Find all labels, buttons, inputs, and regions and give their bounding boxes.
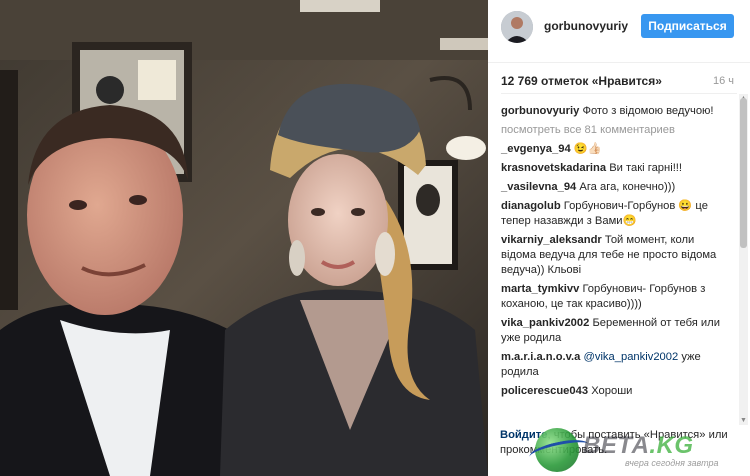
comment-user-link[interactable]: vikarniy_aleksandr [501,234,602,246]
list-item: krasnovetskadarina Ви такі гарні!!! [501,161,729,176]
comment-user-link[interactable]: policerescue043 [501,385,588,397]
comment-user-link[interactable]: vika_pankiv2002 [501,317,589,329]
avatar[interactable] [501,11,533,43]
post-time[interactable]: 16 ч [713,75,734,87]
comment-text: Ви такі гарні!!! [609,162,683,174]
watermark-brand: ВЕТА.KG [583,432,694,459]
post-header: gorbunovyuriy Подписаться [488,0,750,63]
username-link[interactable]: gorbunovyuriy [544,19,628,33]
comment-text: 😉👍🏻 [573,143,602,155]
list-item: policerescue043 Хороши [501,384,729,399]
list-item: m.a.r.i.a.n.o.v.a @vika_pankiv2002 уже р… [501,350,729,380]
mention-link[interactable]: @vika_pankiv2002 [584,351,679,363]
site-watermark: ВЕТА.KG вчера сегодня завтра [527,422,750,476]
list-item: vikarniy_aleksandr Той момент, коли відо… [501,233,729,278]
divider [501,93,737,94]
comment-text: Хороши [591,385,633,397]
comment-user-link[interactable]: marta_tymkivv [501,283,579,295]
post-photo [0,0,488,476]
post-side-panel: gorbunovyuriy Подписаться 12 769 отметок… [488,0,750,476]
comment-user-link[interactable]: _evgenya_94 [501,143,571,155]
list-item: _evgenya_94 😉👍🏻 [501,142,729,157]
scrollbar-thumb[interactable] [740,98,747,248]
caption-text: Фото з відомою ведучою! [582,105,714,117]
comment-user-link[interactable]: dianagolub [501,200,561,212]
caption-user-link[interactable]: gorbunovyuriy [501,105,579,117]
comments-scrollbar[interactable]: ▲ ▼ [739,94,748,425]
list-item: dianagolub Горбунович-Горбунов 😀 це тепе… [501,199,729,229]
list-item: _vasilevna_94 Ага ага, конечно))) [501,180,729,195]
view-all-comments-link[interactable]: посмотреть все 81 комментариев [501,123,729,138]
follow-button[interactable]: Подписаться [641,14,734,38]
caption: gorbunovyuriy Фото з відомою ведучою! [501,104,729,119]
list-item: vika_pankiv2002 Беременной от тебя или у… [501,316,729,346]
likes-count[interactable]: 12 769 отметок «Нравится» [501,74,662,88]
comment-user-link[interactable]: m.a.r.i.a.n.o.v.a [501,351,580,363]
list-item: marta_tymkivv Горбунович- Горбунов з кох… [501,282,729,312]
comment-user-link[interactable]: _vasilevna_94 [501,181,576,193]
comments-list: gorbunovyuriy Фото з відомою ведучою! по… [501,104,729,403]
watermark-tagline: вчера сегодня завтра [625,458,719,468]
comment-user-link[interactable]: krasnovetskadarina [501,162,606,174]
comment-text: Ага ага, конечно))) [579,181,676,193]
